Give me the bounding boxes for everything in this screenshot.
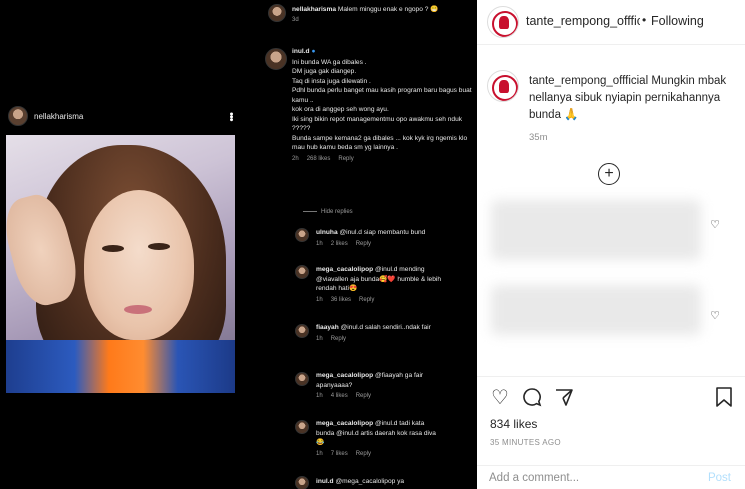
account-logo[interactable]: [487, 6, 519, 38]
account-name[interactable]: tante_rempong_offficial: [526, 14, 640, 28]
avatar[interactable]: [295, 324, 309, 338]
separator-dot: •: [642, 13, 647, 27]
comment-likes[interactable]: 36 likes: [331, 297, 351, 303]
comment-user[interactable]: nellakharisma: [292, 6, 336, 13]
avatar[interactable]: [265, 48, 287, 70]
photo-face: [84, 190, 194, 340]
comment-time: 1h: [316, 393, 323, 399]
comment-user[interactable]: mega_cacalolipop: [316, 372, 373, 379]
caption-user[interactable]: tante_rempong_offficial: [529, 75, 648, 87]
heart-icon[interactable]: ♡: [709, 310, 721, 322]
reply-link[interactable]: Reply: [356, 451, 371, 457]
comment-user[interactable]: mega_cacalolipop: [316, 266, 373, 273]
comment-text: @inul.d salah sendiri..ndak fair: [340, 324, 431, 331]
comment-likes[interactable]: 4 likes: [331, 393, 348, 399]
reply-link[interactable]: Reply: [356, 241, 371, 247]
comment-time: 1h: [316, 296, 323, 303]
avatar[interactable]: [295, 372, 309, 386]
comment-text: @inul.d siap membantu bund: [339, 229, 426, 236]
account-logo[interactable]: [487, 70, 519, 102]
comments-column: nellakharisma Malem minggu enak e ngopo …: [262, 0, 477, 489]
comment-time: 2h: [292, 155, 299, 162]
comment-text: Malem minggu enak e ngopo ? 😁: [337, 6, 439, 13]
comment-user[interactable]: ulnuha: [316, 229, 338, 236]
blurred-comment: [491, 200, 701, 260]
post-header: nellakharisma •••: [8, 104, 237, 128]
heart-icon[interactable]: ♡: [709, 219, 721, 231]
comment-likes[interactable]: 268 likes: [307, 156, 331, 162]
bookmark-icon[interactable]: [713, 387, 735, 409]
comment-user[interactable]: mega_cacalolipop: [316, 420, 373, 427]
more-icon[interactable]: •••: [225, 112, 237, 121]
caption-time: 35m: [529, 132, 548, 143]
comment-user[interactable]: inul.d: [316, 478, 334, 485]
photo-lips: [124, 305, 152, 314]
post-photo: [6, 135, 235, 393]
comment-input[interactable]: [489, 470, 689, 486]
comment-likes[interactable]: 7 likes: [331, 451, 348, 457]
reply-link[interactable]: Reply: [338, 156, 353, 162]
photo-shirt: [6, 340, 235, 393]
comment-time: 1h: [316, 240, 323, 247]
comment-user[interactable]: fiaayah: [316, 324, 339, 331]
action-bar: ♡ 834 likes 35 MINUTES AGO Post: [477, 376, 745, 489]
avatar[interactable]: [295, 420, 309, 434]
post-username[interactable]: nellakharisma: [34, 112, 83, 121]
reply-link[interactable]: Reply: [359, 297, 374, 303]
comment-time: 3d: [292, 16, 299, 23]
comment-text: Ini bunda WA ga dibales . DM juga gak di…: [292, 58, 472, 152]
avatar[interactable]: [8, 106, 28, 126]
reply-link[interactable]: Reply: [356, 393, 371, 399]
avatar[interactable]: [295, 228, 309, 242]
blurred-comment: [491, 285, 701, 335]
comment-likes[interactable]: 2 likes: [331, 241, 348, 247]
post-button[interactable]: Post: [708, 472, 731, 484]
comment-time: 1h: [316, 335, 323, 342]
left-post-panel: nellakharisma •••: [0, 0, 262, 489]
plus-circle-icon[interactable]: +: [598, 163, 620, 185]
heart-icon[interactable]: ♡: [489, 387, 511, 409]
post-time: 35 MINUTES AGO: [490, 438, 561, 447]
hide-replies-link[interactable]: Hide replies: [303, 209, 353, 215]
avatar[interactable]: [295, 265, 309, 279]
photo-eye: [102, 245, 124, 252]
comment-icon[interactable]: [521, 387, 543, 409]
reply-link[interactable]: Reply: [331, 336, 346, 342]
add-comment-bar: Post: [477, 465, 745, 489]
likes-count[interactable]: 834 likes: [490, 417, 537, 431]
comment-time: 1h: [316, 450, 323, 457]
following-button[interactable]: Following: [651, 14, 704, 28]
avatar[interactable]: [268, 4, 286, 22]
right-post-panel: tante_rempong_offficial • Following tant…: [477, 0, 745, 489]
verified-icon: ●: [311, 48, 316, 55]
caption-text-block: tante_rempong_offficial Mungkin mbak nel…: [529, 73, 734, 124]
avatar[interactable]: [295, 476, 309, 489]
comment-text: @mega_cacalolipop ya: [335, 478, 405, 485]
share-icon[interactable]: [553, 387, 575, 409]
post-header: tante_rempong_offficial • Following: [477, 0, 745, 45]
comment-user[interactable]: inul.d: [292, 48, 310, 55]
photo-eye: [148, 243, 170, 250]
